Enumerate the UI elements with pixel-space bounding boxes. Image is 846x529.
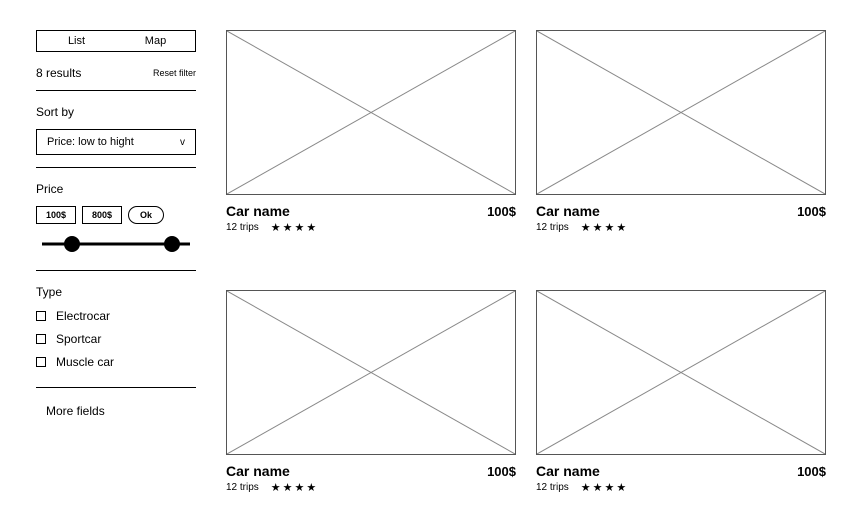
type-label: Type: [36, 285, 196, 299]
type-option-sportcar[interactable]: Sportcar: [36, 332, 196, 346]
car-name: Car name: [226, 463, 290, 479]
checkbox-icon: [36, 357, 46, 367]
sort-select[interactable]: Price: low to hight v: [36, 129, 196, 155]
divider: [36, 167, 196, 168]
type-option-electrocar[interactable]: Electrocar: [36, 309, 196, 323]
results-count: 8 results: [36, 66, 81, 80]
car-card: Car name 100$ 12 trips ★★★★: [226, 290, 516, 520]
car-image-placeholder[interactable]: [536, 290, 826, 455]
type-filter-list: Electrocar Sportcar Muscle car: [36, 309, 196, 369]
star-rating-icon: ★★★★: [271, 481, 318, 494]
divider: [36, 90, 196, 91]
divider: [36, 270, 196, 271]
car-trips: 12 trips: [226, 222, 259, 233]
car-price: 100$: [487, 204, 516, 219]
sidebar: List Map 8 results Reset filter Sort by …: [36, 30, 196, 519]
type-option-label: Electrocar: [56, 309, 110, 323]
car-card: Car name 100$ 12 trips ★★★★: [226, 30, 516, 260]
results-grid: Car name 100$ 12 trips ★★★★ Car name 100…: [226, 30, 826, 519]
type-option-muscle-car[interactable]: Muscle car: [36, 355, 196, 369]
slider-knob-min[interactable]: [64, 236, 80, 252]
car-image-placeholder[interactable]: [226, 290, 516, 455]
price-max-input[interactable]: 800$: [82, 206, 122, 224]
view-map-tab[interactable]: Map: [116, 31, 195, 51]
star-rating-icon: ★★★★: [271, 221, 318, 234]
star-rating-icon: ★★★★: [581, 221, 628, 234]
car-card: Car name 100$ 12 trips ★★★★: [536, 290, 826, 520]
star-rating-icon: ★★★★: [581, 481, 628, 494]
car-name: Car name: [226, 203, 290, 219]
car-card: Car name 100$ 12 trips ★★★★: [536, 30, 826, 260]
reset-filter-link[interactable]: Reset filter: [153, 68, 196, 78]
type-option-label: Sportcar: [56, 332, 101, 346]
car-trips: 12 trips: [226, 482, 259, 493]
car-image-placeholder[interactable]: [536, 30, 826, 195]
slider-knob-max[interactable]: [164, 236, 180, 252]
car-trips: 12 trips: [536, 222, 569, 233]
checkbox-icon: [36, 311, 46, 321]
type-option-label: Muscle car: [56, 355, 114, 369]
price-min-input[interactable]: 100$: [36, 206, 76, 224]
car-image-placeholder[interactable]: [226, 30, 516, 195]
checkbox-icon: [36, 334, 46, 344]
divider: [36, 387, 196, 388]
view-toggle: List Map: [36, 30, 196, 52]
car-price: 100$: [797, 464, 826, 479]
car-price: 100$: [487, 464, 516, 479]
view-list-tab[interactable]: List: [37, 31, 116, 51]
price-ok-button[interactable]: Ok: [128, 206, 164, 224]
price-label: Price: [36, 182, 196, 196]
chevron-down-icon: v: [180, 137, 185, 148]
more-fields-link[interactable]: More fields: [46, 404, 196, 418]
price-slider[interactable]: [42, 234, 190, 254]
car-name: Car name: [536, 463, 600, 479]
sort-label: Sort by: [36, 105, 196, 119]
car-name: Car name: [536, 203, 600, 219]
car-price: 100$: [797, 204, 826, 219]
sort-selected-value: Price: low to hight: [47, 136, 134, 148]
car-trips: 12 trips: [536, 482, 569, 493]
